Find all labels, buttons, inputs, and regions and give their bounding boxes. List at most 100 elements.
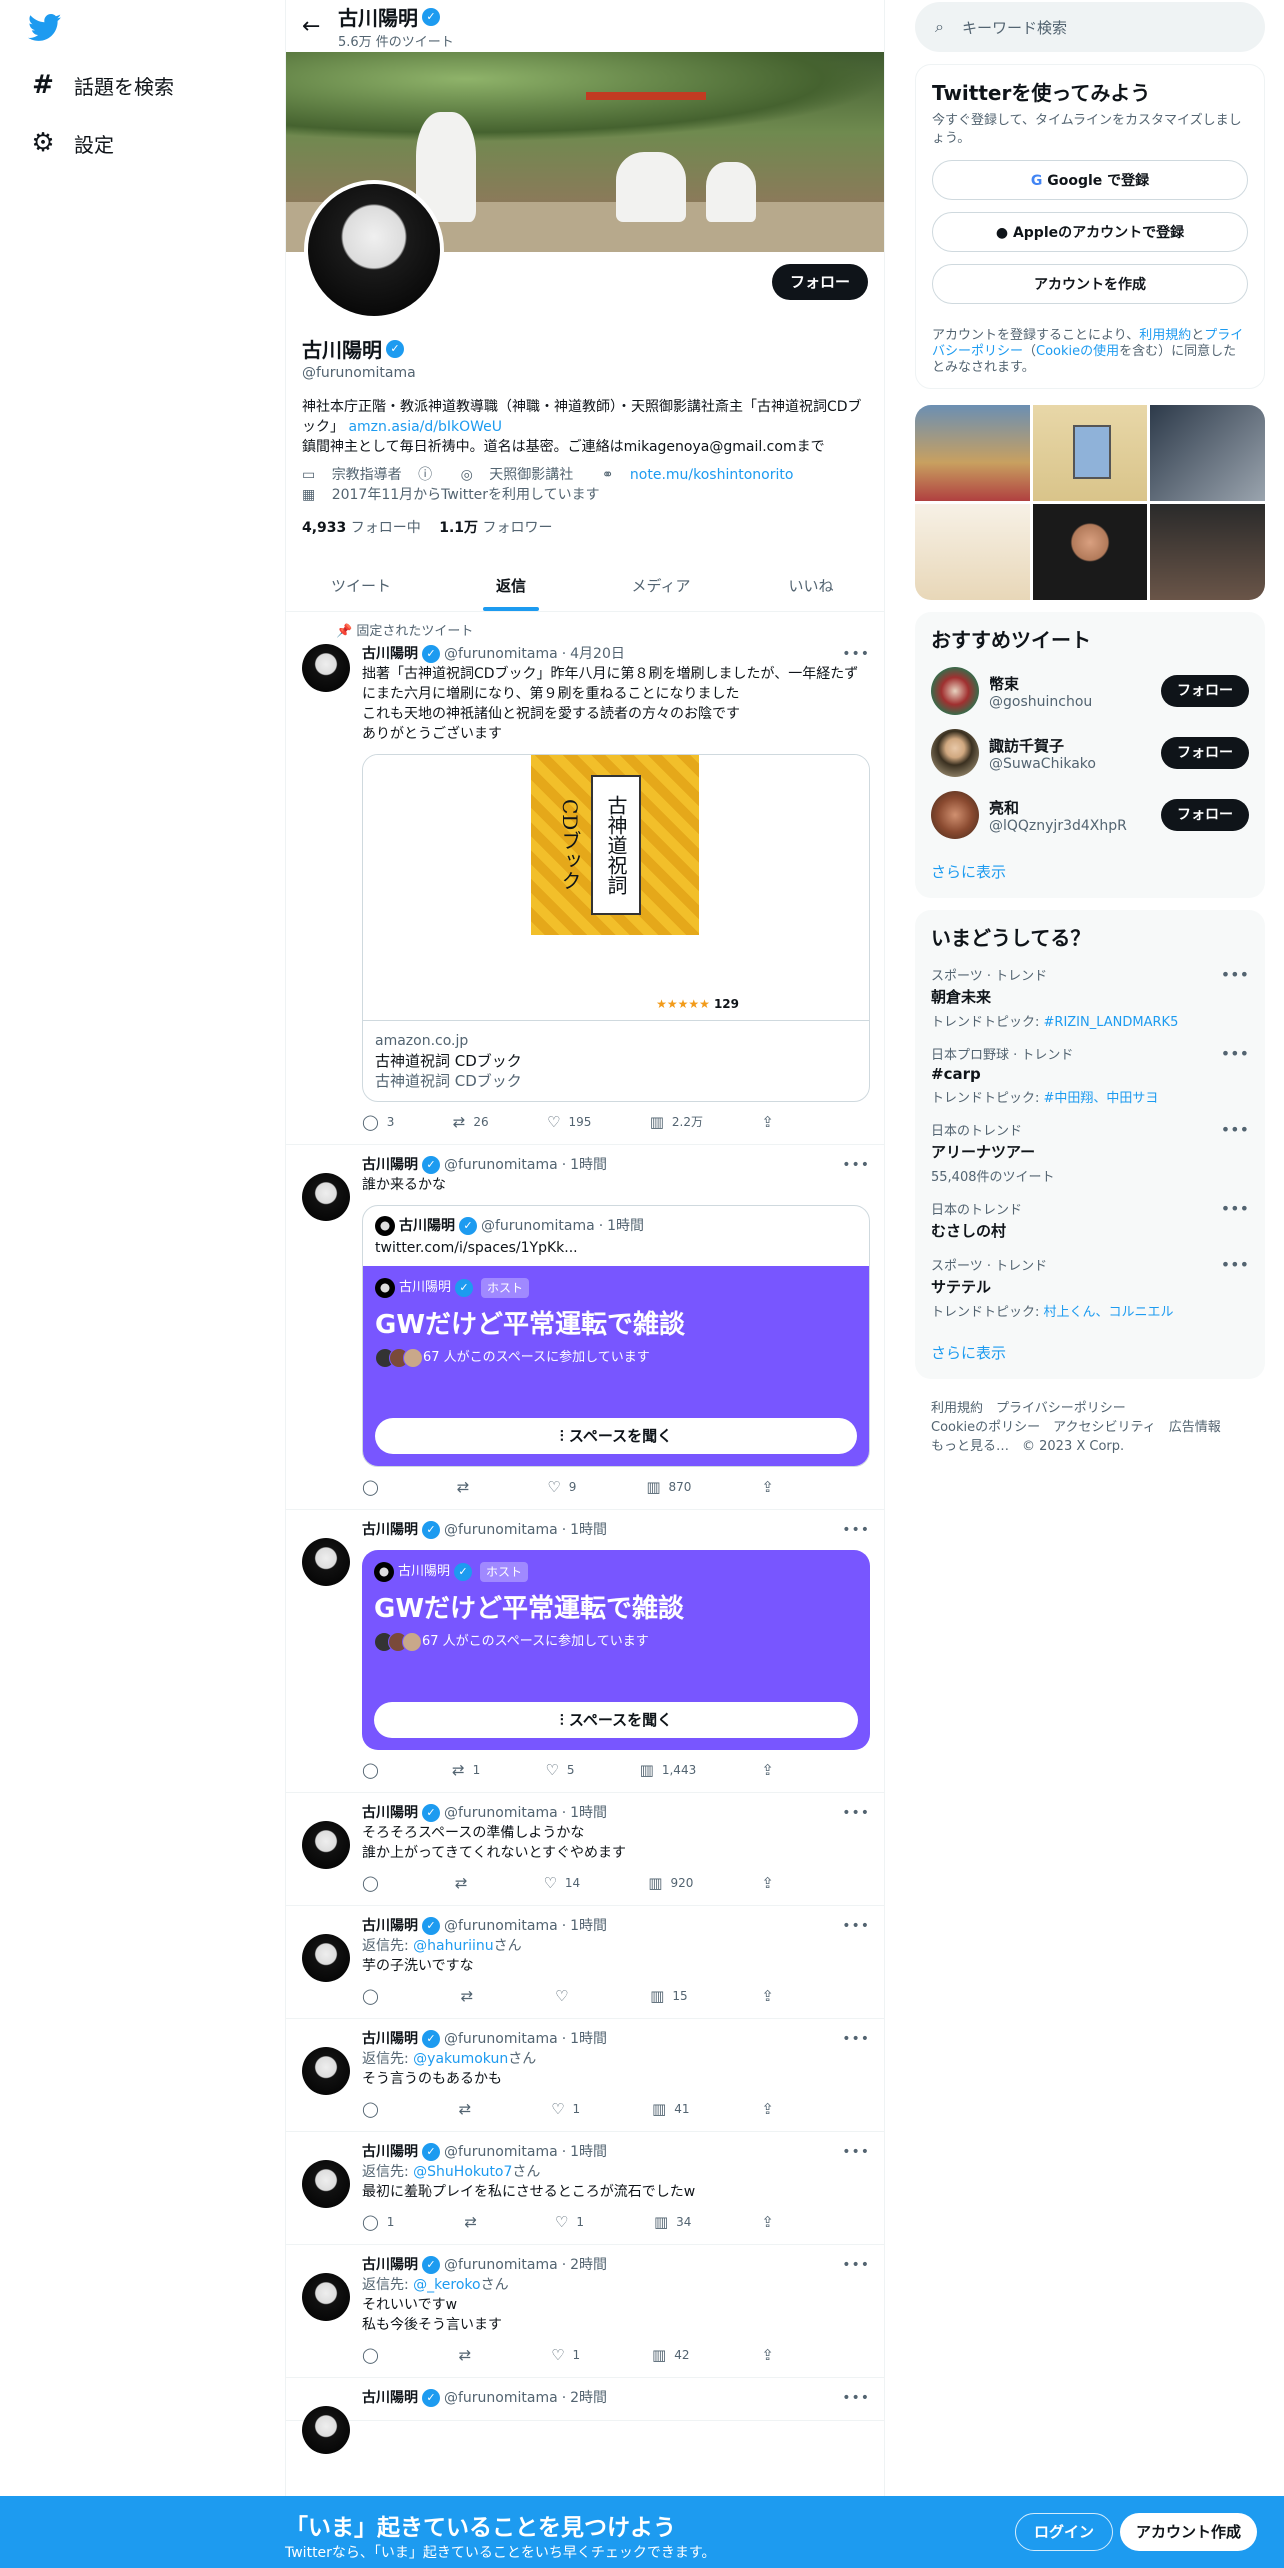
retweet-button[interactable]: ⇄ 26 [453,1112,489,1132]
avatar[interactable] [931,667,979,715]
share-button[interactable]: ⇪ [761,2099,782,2119]
tweet-handle[interactable]: @furunomitama [444,644,558,664]
avatar[interactable] [302,2047,350,2095]
search-input[interactable]: ⌕ キーワード検索 [915,2,1265,52]
reply-button[interactable]: ◯ [362,1760,387,1780]
views-button[interactable]: ▥ 920 [648,1873,693,1893]
tweet-handle[interactable]: @furunomitama [444,2255,558,2275]
retweet-button[interactable]: ⇄ [459,2099,480,2119]
reply-button[interactable]: ◯ [362,1873,387,1893]
website-link[interactable]: note.mu/koshintonorito [630,467,794,483]
share-button[interactable]: ⇪ [761,1112,782,1132]
tweet-time[interactable]: 1時間 [570,2029,607,2049]
avatar[interactable] [931,791,979,839]
footer-links[interactable]: もっと見る… © 2023 X Corp. [931,1437,1249,1456]
trend-item[interactable]: スポーツ · トレンド サテテル トレンドトピック: 村上くん、コルニエル ••• [931,1255,1249,1320]
tweet-time[interactable]: 2時間 [570,2388,607,2408]
like-button[interactable]: ♡ 1 [551,2345,580,2365]
recommended-user[interactable]: 亮和 @lQQznyjr3d4XhpR フォロー [931,791,1249,839]
more-icon[interactable]: ••• [1221,1255,1249,1274]
tweet-time[interactable]: 1時間 [570,1155,607,1175]
terms-link[interactable]: 利用規約 [1139,328,1191,343]
tweet[interactable]: 古川陽明 ✓ @furunomitama · 1時間 ••• 誰か来るかな 古川陽明 ✓ @f… [286,1145,884,1510]
tweet[interactable]: 古川陽明 ✓ @furunomitama · 1時間 ••• そろそろスペースの準備しよう… [286,1793,884,1906]
tweet-handle[interactable]: @furunomitama [444,2029,558,2049]
profile-avatar[interactable] [304,180,444,320]
link-card[interactable]: 古神道祝詞 CDブック ★★★★★ 129 amazon.co.jp 古神道祝詞 … [362,754,870,1102]
follow-button[interactable]: フォロー [1161,737,1249,769]
trend-topic-link[interactable]: #中田翔、中田サヨ [1044,1091,1159,1106]
retweet-button[interactable]: ⇄ [461,1986,482,2006]
tweet-author[interactable]: 古川陽明 [362,2388,418,2408]
avatar[interactable] [302,1821,350,1869]
views-button[interactable]: ▥ 41 [652,2099,689,2119]
tweet[interactable]: 古川陽明 ✓ @furunomitama · 2時間 ••• 返信先: @_kerokoさ… [286,2245,884,2378]
reply-button[interactable]: ◯ [362,2345,387,2365]
reply-button[interactable]: ◯ [362,2099,387,2119]
media-thumbnail[interactable] [1150,504,1265,600]
share-button[interactable]: ⇪ [761,1760,782,1780]
tweet-time[interactable]: 1時間 [570,2142,607,2162]
follow-button[interactable]: フォロー [771,264,868,300]
media-thumbnail[interactable] [915,504,1030,600]
more-icon[interactable]: ••• [842,1520,870,1540]
more-icon[interactable]: ••• [842,2142,870,2162]
tweet-author[interactable]: 古川陽明 [362,2142,418,2162]
nav-explore[interactable]: # 話題を検索 [28,70,174,100]
views-button[interactable]: ▥ 2.2万 [650,1112,703,1132]
twitter-logo-icon[interactable] [28,14,62,42]
avatar[interactable] [302,1934,350,1982]
trend-item[interactable]: スポーツ · トレンド 朝倉未来 トレンドトピック: #RIZIN_LANDMARK… [931,965,1249,1030]
more-icon[interactable]: ••• [842,2255,870,2275]
reply-to-user[interactable]: @hahuriinu [413,1938,493,1954]
avatar[interactable] [931,729,979,777]
views-button[interactable]: ▥ 34 [654,2212,691,2232]
media-thumbnail[interactable] [1032,405,1148,501]
followers-link[interactable]: 1.1万 フォロワー [439,520,552,536]
google-signup-button[interactable]: G Google で登録 [932,160,1248,200]
tweet-author[interactable]: 古川陽明 [362,1155,418,1175]
reply-button[interactable]: ◯ [362,1986,387,2006]
tweet[interactable]: 古川陽明 ✓ @furunomitama · 1時間 ••• 返信先: @ShuHokut… [286,2132,884,2245]
signup-button[interactable]: アカウント作成 [1120,2513,1258,2551]
tweet-handle[interactable]: @furunomitama [444,1155,558,1175]
tweet-time[interactable]: 1時間 [570,1916,607,1936]
trend-item[interactable]: 日本プロ野球 · トレンド #carp トレンドトピック: #中田翔、中田サヨ ••• [931,1044,1249,1106]
more-icon[interactable]: ••• [842,1803,870,1823]
tweet-author[interactable]: 古川陽明 [362,1916,418,1936]
more-icon[interactable]: ••• [1221,1120,1249,1139]
reply-button[interactable]: ◯ 3 [362,1112,394,1132]
trend-item[interactable]: 日本のトレンド むさしの村 ••• [931,1199,1249,1241]
media-thumbnail[interactable] [1150,405,1265,501]
tweet-author[interactable]: 古川陽明 [362,1520,418,1540]
tab-tweets[interactable]: ツイート [286,560,436,611]
tweet-handle[interactable]: @furunomitama [444,2388,558,2408]
login-button[interactable]: ログイン [1015,2513,1114,2551]
trend-item[interactable]: 日本のトレンド アリーナツアー 55,408件のツイート ••• [931,1120,1249,1185]
tweet[interactable]: 古川陽明 ✓ @furunomitama · 2時間 ••• [286,2378,884,2454]
tab-replies[interactable]: 返信 [436,560,586,611]
footer-links[interactable]: 利用規約 プライバシーポリシー [931,1399,1249,1418]
info-icon[interactable]: ⓘ [418,467,432,483]
reply-to-user[interactable]: @ShuHokuto7 [413,2164,512,2180]
listen-space-button[interactable]: ⫶ スペースを聞く [374,1702,858,1738]
tweet[interactable]: 📌 固定されたツイート 古川陽明 ✓ @furunomitama · 4月20日 ••• … [286,612,884,1145]
more-icon[interactable]: ••• [1221,1199,1249,1218]
cookie-link[interactable]: Cookieの使用 [1036,344,1119,359]
like-button[interactable]: ♡ 195 [547,1112,591,1132]
media-thumbnail[interactable] [915,405,1030,501]
retweet-button[interactable]: ⇄ 1 [452,1760,480,1780]
like-button[interactable]: ♡ 5 [545,1760,574,1780]
views-button[interactable]: ▥ 1,443 [640,1760,697,1780]
recommended-user[interactable]: 幣束 @goshuinchou フォロー [931,667,1249,715]
reply-button[interactable]: ◯ [362,1477,387,1497]
views-button[interactable]: ▥ 870 [646,1477,691,1497]
tab-media[interactable]: メディア [586,560,736,611]
apple-signup-button[interactable]: ● Appleのアカウントで登録 [932,212,1248,252]
follow-button[interactable]: フォロー [1161,675,1249,707]
follow-button[interactable]: フォロー [1161,799,1249,831]
nav-settings[interactable]: ⚙ 設定 [28,128,114,158]
trend-topic-link[interactable]: 村上くん、コルニエル [1044,1305,1174,1320]
avatar[interactable] [302,2406,350,2454]
footer-links[interactable]: Cookieのポリシー アクセシビリティ 広告情報 [931,1418,1249,1437]
